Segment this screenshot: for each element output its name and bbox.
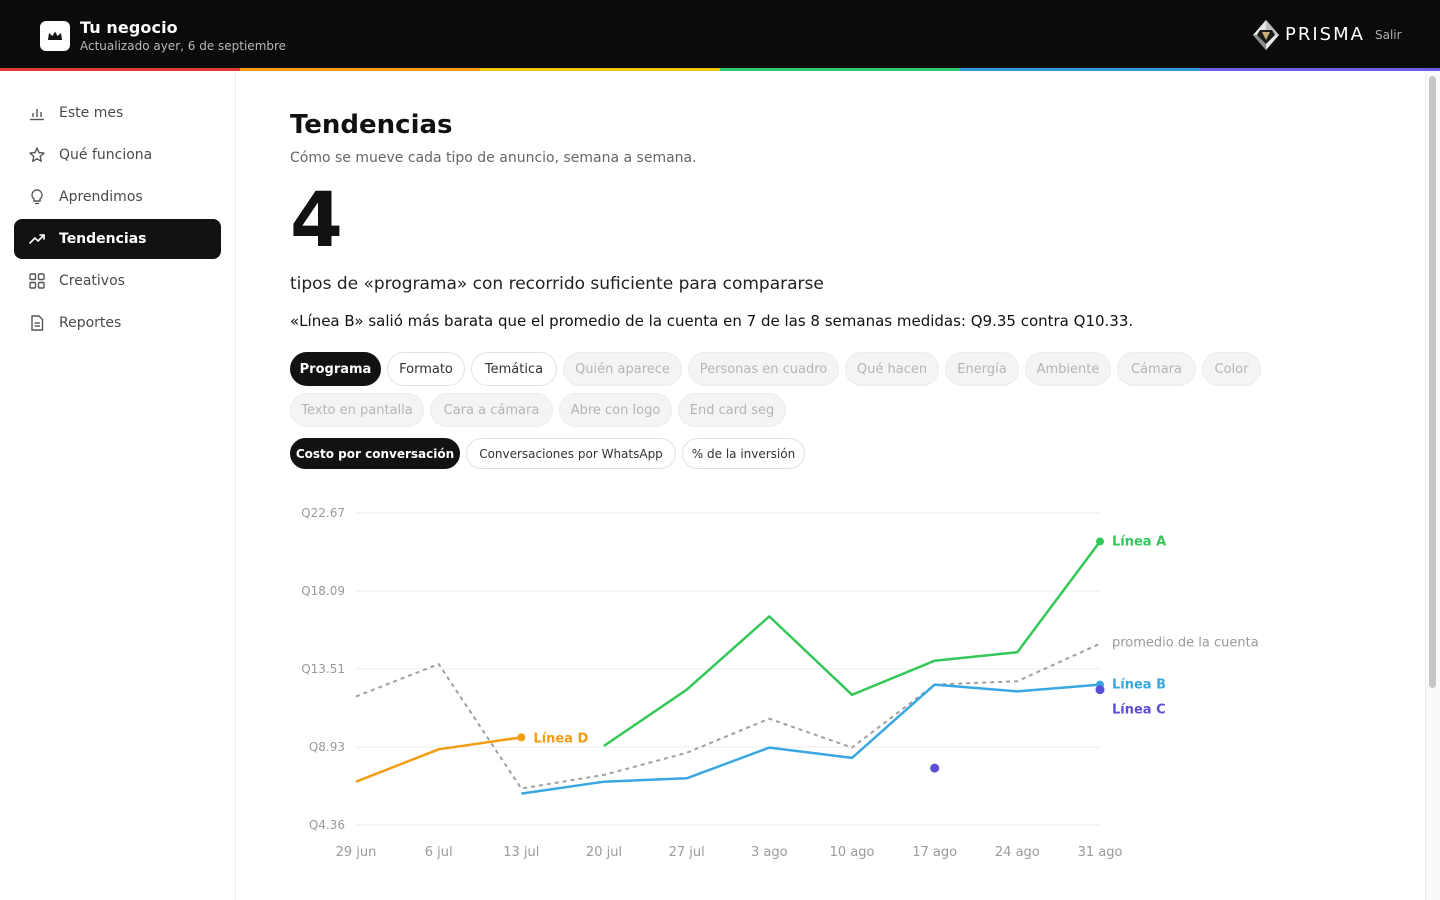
trend-icon bbox=[28, 230, 46, 248]
chip-formato[interactable]: Formato bbox=[387, 352, 465, 386]
document-icon bbox=[28, 314, 46, 332]
x-tick-label: 6 jul bbox=[425, 845, 453, 860]
series-línea-b-line bbox=[521, 683, 1101, 795]
sidebar-item-label: Reportes bbox=[59, 315, 122, 331]
metric-conversaciones-whatsapp[interactable]: Conversaciones por WhatsApp bbox=[466, 438, 676, 469]
y-tick-label: Q22.67 bbox=[301, 506, 345, 520]
y-tick-label: Q8.93 bbox=[309, 740, 345, 754]
rainbow-segment bbox=[960, 68, 1200, 71]
sidebar-item-creativos[interactable]: Creativos bbox=[14, 261, 221, 301]
x-tick-label: 13 jul bbox=[503, 845, 539, 860]
series-línea-a-line bbox=[603, 540, 1102, 747]
comparable-count-caption: tipos de «programa» con recorrido sufici… bbox=[290, 274, 824, 294]
grid-icon bbox=[28, 272, 46, 290]
chip-programa[interactable]: Programa bbox=[290, 352, 381, 386]
x-tick-label: 27 jul bbox=[669, 845, 705, 860]
chip-energia: Energía bbox=[945, 352, 1019, 386]
chip-camara: Cámara bbox=[1117, 352, 1196, 386]
sidebar-item-label: Creativos bbox=[59, 273, 125, 289]
logout-link[interactable]: Salir bbox=[1375, 28, 1402, 42]
chip-tematica[interactable]: Temática bbox=[471, 352, 557, 386]
metric-costo-por-conversacion[interactable]: Costo por conversación bbox=[290, 438, 460, 469]
y-tick-label: Q13.51 bbox=[301, 662, 345, 676]
sidebar-item-que-funciona[interactable]: Qué funciona bbox=[14, 135, 221, 175]
series-línea-c-point bbox=[930, 763, 940, 773]
series-línea-c-point bbox=[1095, 685, 1105, 695]
sidebar-item-label: Aprendimos bbox=[59, 189, 143, 205]
chip-personas-en-cuadro: Personas en cuadro bbox=[688, 352, 839, 386]
last-updated: Actualizado ayer, 6 de septiembre bbox=[80, 39, 287, 53]
scrollbar-thumb[interactable] bbox=[1429, 76, 1436, 688]
x-tick-label: 24 ago bbox=[995, 845, 1040, 860]
sidebar-item-este-mes[interactable]: Este mes bbox=[14, 93, 221, 133]
chip-quien-aparece: Quién aparece bbox=[563, 352, 682, 386]
page-title: Tendencias bbox=[290, 110, 453, 140]
insight-text: «Línea B» salió más barata que el promed… bbox=[290, 312, 1134, 330]
crown-icon bbox=[40, 21, 70, 51]
comparable-count: 4 bbox=[290, 175, 343, 264]
prisma-logo-icon bbox=[1251, 18, 1281, 52]
sidebar-item-label: Tendencias bbox=[59, 231, 147, 247]
business-name: Tu negocio bbox=[80, 18, 178, 37]
series-label: Línea D bbox=[533, 731, 588, 746]
chip-end-card-seg: End card seg bbox=[678, 393, 786, 427]
x-tick-label: 31 ago bbox=[1078, 845, 1123, 860]
sidebar-item-label: Qué funciona bbox=[59, 147, 153, 163]
series-línea-d-line bbox=[355, 736, 522, 783]
chip-ambiente: Ambiente bbox=[1025, 352, 1111, 386]
rainbow-segment bbox=[480, 68, 720, 71]
chip-color: Color bbox=[1202, 352, 1261, 386]
series-línea-d-end-point bbox=[517, 733, 526, 742]
y-tick-label: Q4.36 bbox=[309, 818, 345, 832]
x-tick-label: 17 ago bbox=[912, 845, 957, 860]
x-tick-label: 20 jul bbox=[586, 845, 622, 860]
series-promedio-de-la-cuenta-line bbox=[355, 642, 1101, 790]
series-label: promedio de la cuenta bbox=[1112, 636, 1259, 651]
chip-texto-en-pantalla: Texto en pantalla bbox=[290, 393, 424, 427]
series-label: Línea A bbox=[1112, 534, 1166, 549]
series-label: Línea B bbox=[1112, 678, 1166, 693]
series-label: Línea C bbox=[1112, 703, 1166, 718]
rainbow-segment bbox=[240, 68, 480, 71]
sidebar-item-reportes[interactable]: Reportes bbox=[14, 303, 221, 343]
bar-chart-icon bbox=[28, 104, 46, 122]
x-tick-label: 29 jun bbox=[336, 845, 377, 860]
y-tick-label: Q18.09 bbox=[301, 584, 345, 598]
metric-porcentaje-inversion[interactable]: % de la inversión bbox=[682, 438, 805, 469]
sidebar-item-label: Este mes bbox=[59, 105, 124, 121]
x-tick-label: 10 ago bbox=[830, 845, 875, 860]
trend-chart: Q22.67 Q18.09 Q13.51 Q8.93 Q4.36 29 jun 6 jul 1… bbox=[301, 506, 1259, 860]
chip-abre-con-logo: Abre con logo bbox=[559, 393, 672, 427]
chip-que-hacen: Qué hacen bbox=[845, 352, 939, 386]
sidebar: Este mes Qué funciona Aprendimos Tendenc… bbox=[0, 71, 236, 900]
top-bar: Tu negocio Actualizado ayer, 6 de septie… bbox=[0, 0, 1440, 69]
series-línea-a-end-point bbox=[1096, 537, 1104, 546]
rainbow-segment bbox=[720, 68, 960, 71]
rainbow-segment bbox=[1200, 68, 1440, 71]
x-tick-label: 3 ago bbox=[751, 845, 788, 860]
lightbulb-icon bbox=[28, 188, 46, 206]
brand-wordmark: PRISMA bbox=[1285, 24, 1365, 45]
sidebar-item-tendencias[interactable]: Tendencias bbox=[14, 219, 221, 259]
chip-cara-a-camara: Cara a cámara bbox=[430, 393, 553, 427]
star-icon bbox=[28, 146, 46, 164]
sidebar-item-aprendimos[interactable]: Aprendimos bbox=[14, 177, 221, 217]
page-subtitle: Cómo se mueve cada tipo de anuncio, sema… bbox=[290, 150, 697, 166]
